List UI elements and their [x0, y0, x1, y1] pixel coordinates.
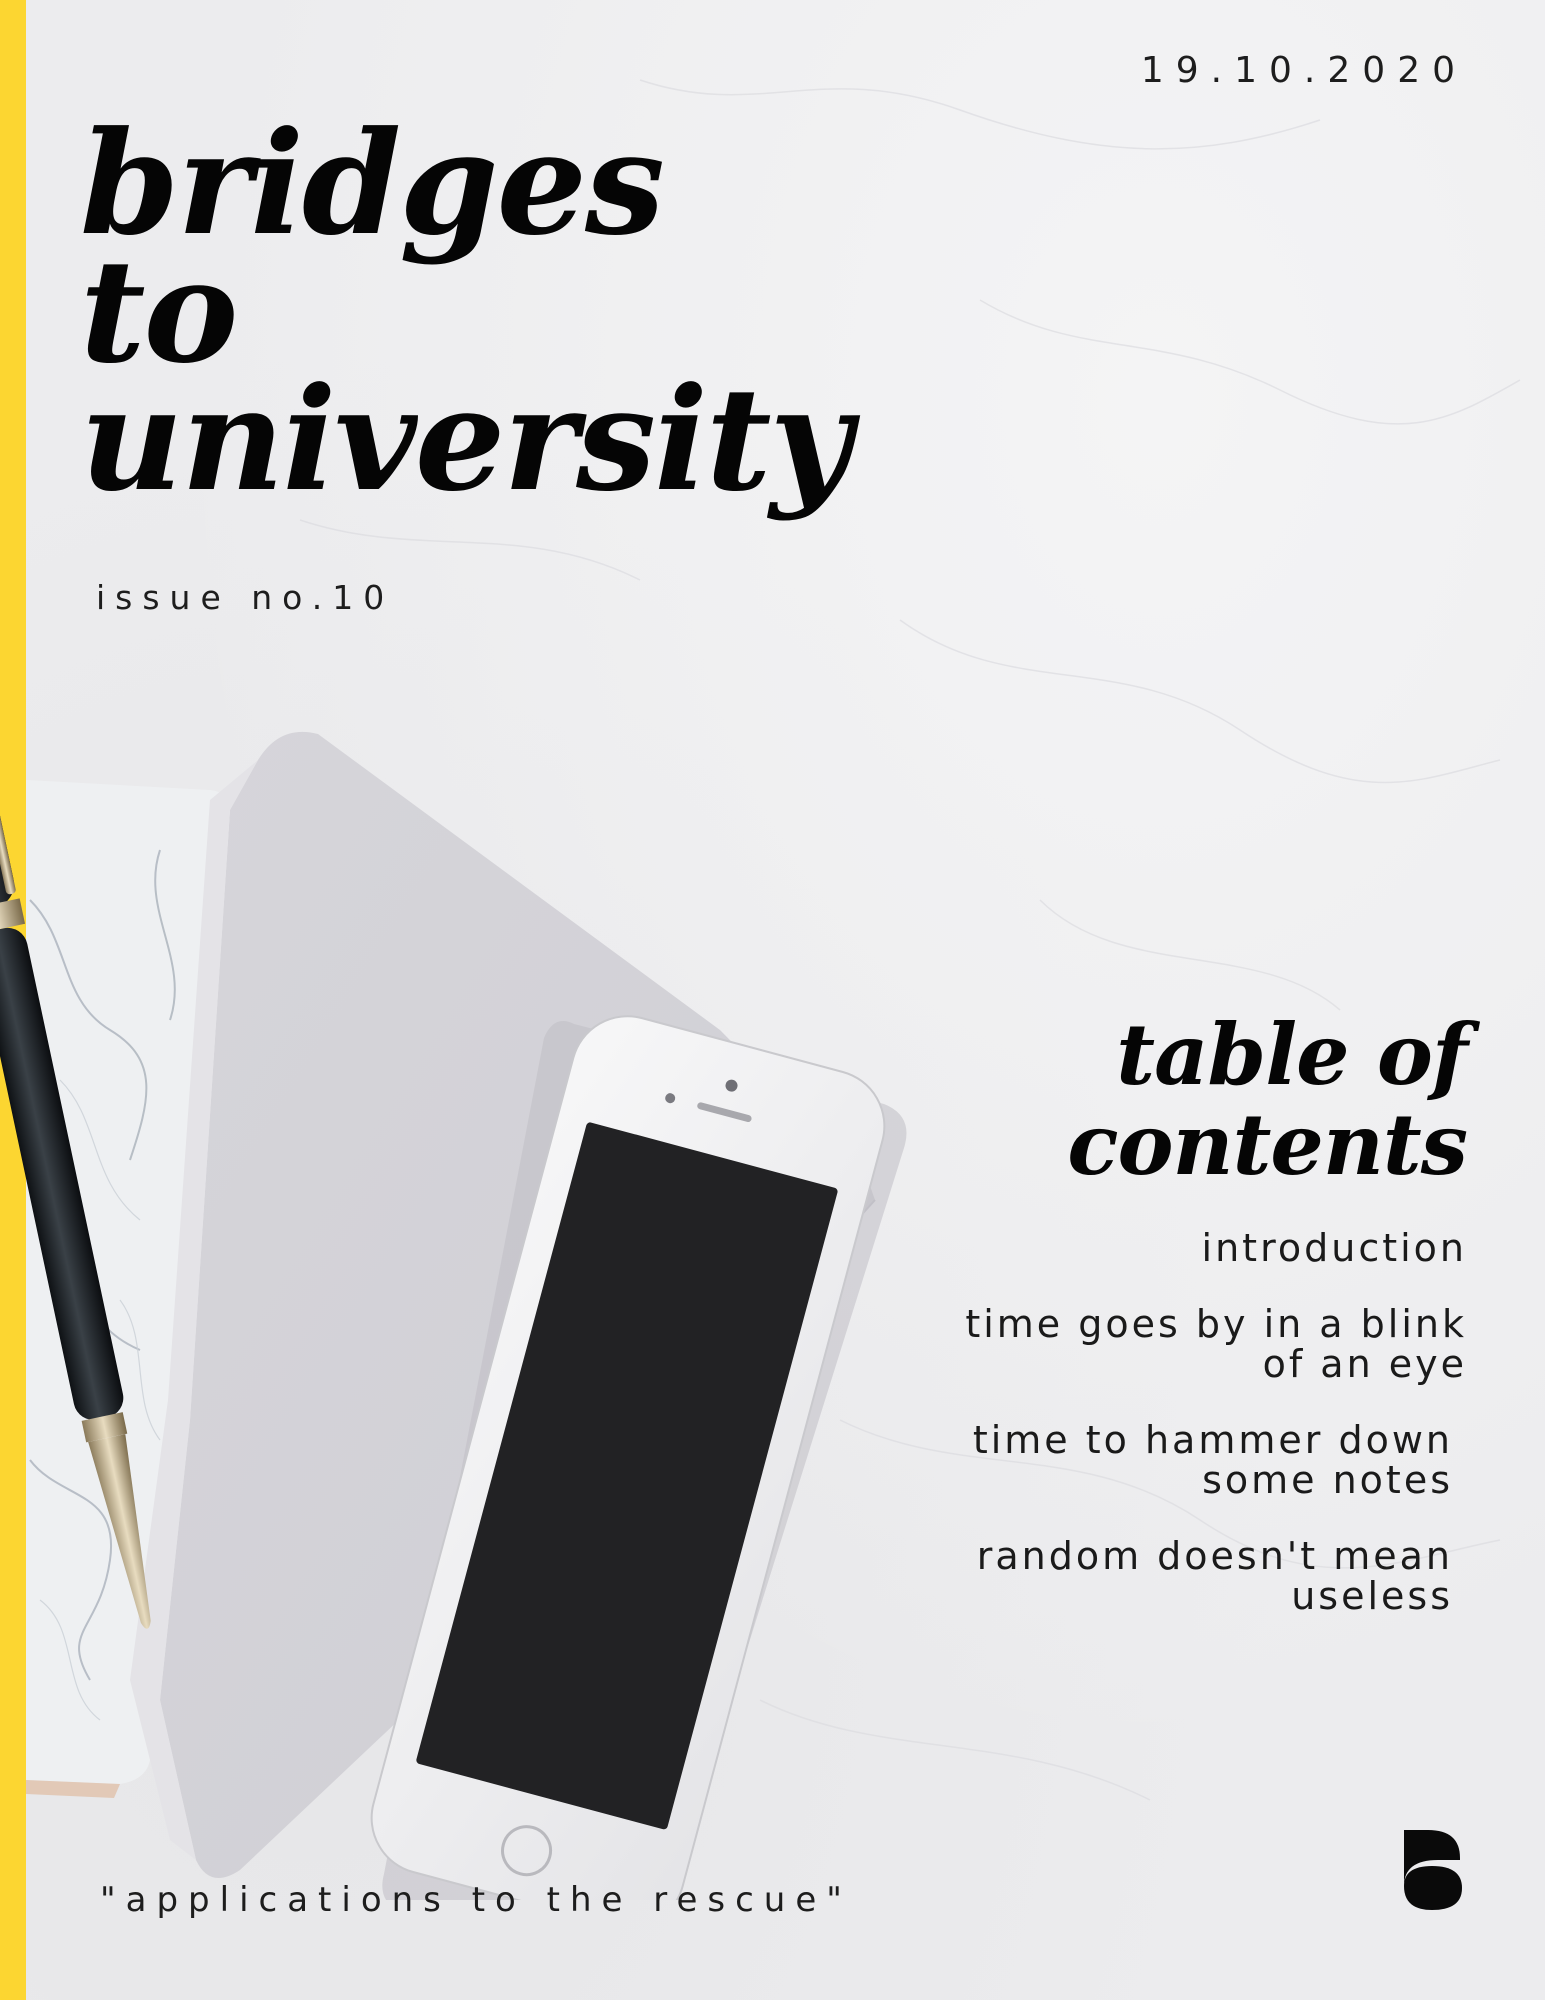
toc-heading-line-1: table of [1116, 1005, 1468, 1104]
magazine-title: bridges to university [80, 113, 852, 523]
toc-item-introduction: introduction [1201, 1226, 1467, 1270]
magazine-cover: 19.10.2020 bridges to university issue n… [0, 0, 1545, 2000]
toc-item-hammer-down-notes: time to hammer down some notes [972, 1418, 1453, 1502]
toc-item-time-goes-by: time goes by in a blink of an eye [965, 1302, 1467, 1386]
title-line-3: university [80, 357, 852, 523]
cover-tagline: "applications to the rescue" [100, 1880, 852, 1920]
logo-mark-icon [1404, 1830, 1462, 1910]
issue-number: issue no.10 [96, 578, 395, 617]
toc-item-random-not-useless: random doesn't mean useless [976, 1534, 1453, 1618]
toc-heading-line-2: contents [1067, 1095, 1468, 1194]
toc-list: introduction time goes by in a blink of … [847, 1228, 1467, 1652]
toc-heading: table of contents [1067, 1005, 1468, 1194]
issue-date: 19.10.2020 [1140, 50, 1467, 91]
desk-photo [0, 731, 907, 1900]
